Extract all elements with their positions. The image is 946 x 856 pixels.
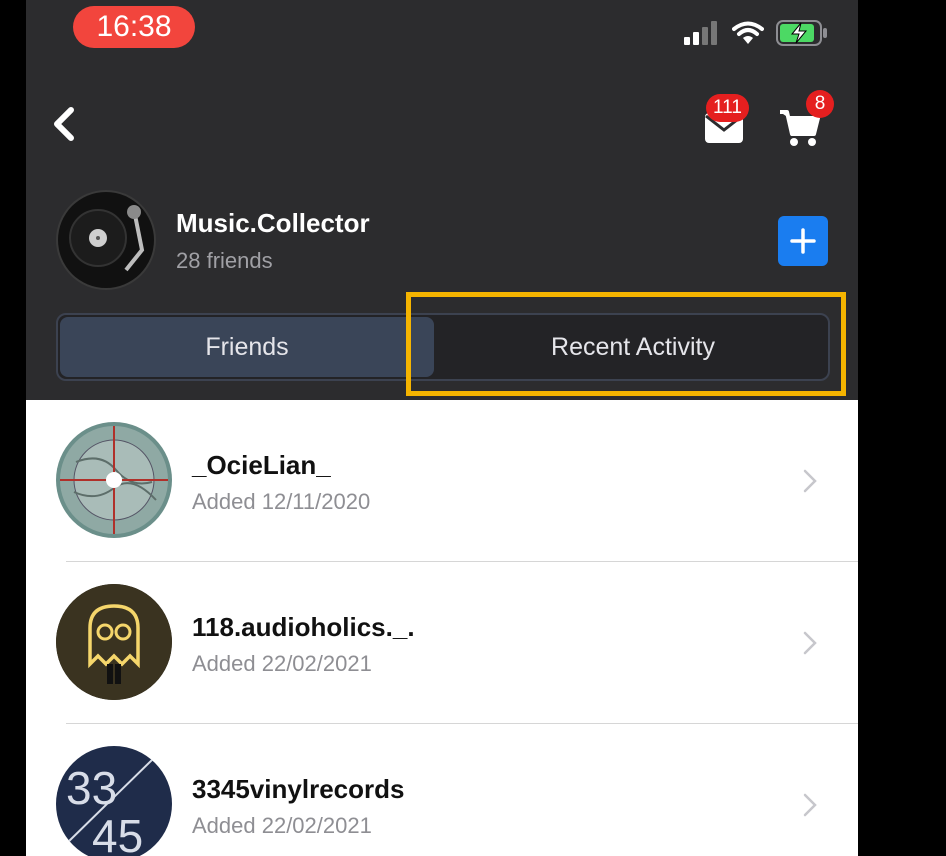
friend-added-date: Added 12/11/2020 bbox=[192, 489, 371, 514]
cart-badge: 8 bbox=[806, 90, 834, 118]
ghost-neon-avatar-image bbox=[56, 584, 172, 700]
add-friend-button[interactable] bbox=[778, 216, 828, 266]
avatar bbox=[56, 584, 172, 700]
list-item[interactable]: _OcieLian_ Added 12/11/2020 bbox=[26, 400, 858, 561]
segmented-control: Friends Recent Activity bbox=[56, 313, 830, 381]
profile-name: Music.Collector bbox=[176, 208, 370, 238]
turntable-avatar-image bbox=[56, 190, 156, 290]
svg-text:33: 33 bbox=[66, 762, 117, 814]
chevron-right-icon bbox=[803, 793, 817, 817]
chevron-right-icon bbox=[803, 631, 817, 655]
status-icons bbox=[684, 20, 828, 46]
friend-name: 118.audioholics._. bbox=[192, 612, 415, 642]
list-item[interactable]: 33 45 3345vinylrecords Added 22/02/2021 bbox=[26, 724, 858, 856]
avatar bbox=[56, 422, 172, 538]
tab-recent-activity[interactable]: Recent Activity bbox=[438, 315, 828, 379]
cart-button[interactable]: 8 bbox=[778, 90, 834, 150]
chevron-right-icon bbox=[803, 469, 817, 493]
back-button[interactable] bbox=[44, 104, 84, 144]
wifi-icon bbox=[732, 21, 764, 44]
friends-list: _OcieLian_ Added 12/11/2020 118.audiohol… bbox=[26, 400, 858, 856]
friend-added-date: Added 22/02/2021 bbox=[192, 651, 372, 676]
3345-logo-avatar-image: 33 45 bbox=[56, 746, 172, 856]
status-time: 16:38 bbox=[73, 6, 195, 48]
app-screen: 16:38 111 8 Music.Collector 28 friends F… bbox=[26, 0, 858, 856]
chevron-left-icon bbox=[54, 107, 74, 141]
profile-avatar[interactable] bbox=[56, 190, 156, 290]
tab-friends[interactable]: Friends bbox=[60, 317, 434, 377]
map-avatar-image bbox=[56, 422, 172, 538]
signal-icon bbox=[684, 21, 717, 45]
plus-icon bbox=[790, 228, 816, 254]
avatar: 33 45 bbox=[56, 746, 172, 856]
friends-count: 28 friends bbox=[176, 248, 273, 273]
friend-name: _OcieLian_ bbox=[192, 450, 331, 480]
svg-text:45: 45 bbox=[92, 810, 143, 856]
messages-button[interactable]: 111 bbox=[698, 94, 754, 150]
messages-badge: 111 bbox=[706, 94, 749, 122]
friend-name: 3345vinylrecords bbox=[192, 774, 405, 804]
list-item[interactable]: 118.audioholics._. Added 22/02/2021 bbox=[26, 562, 858, 723]
friend-added-date: Added 22/02/2021 bbox=[192, 813, 372, 838]
battery-charging-icon bbox=[776, 20, 827, 46]
